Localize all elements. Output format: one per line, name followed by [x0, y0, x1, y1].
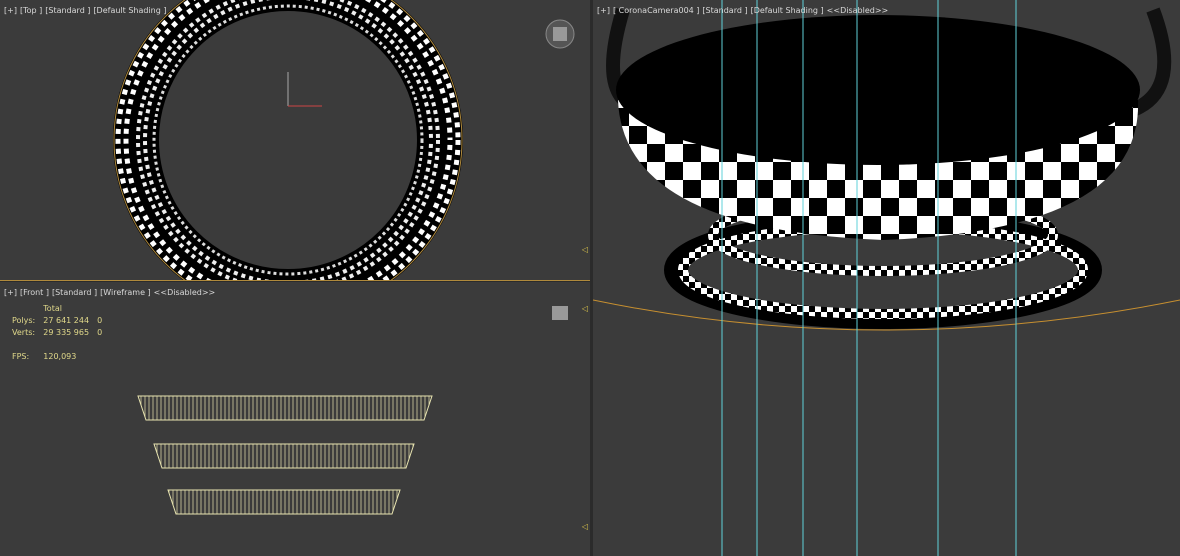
viewport-front[interactable]: [+] [Front ] [Standard ] [Wireframe ] <<Disa…: [0, 282, 590, 556]
fps-value: 120,093: [43, 352, 77, 361]
disabled-label: <<Disabled>>: [153, 288, 216, 297]
disabled-label: <<Disabled>>: [826, 6, 889, 15]
edge-marker-icon: ◁: [581, 304, 588, 313]
camera-viewport-label: [+][ CoronaCamera004 ] [Standard ] [Defaul…: [597, 6, 891, 15]
viewport-camera[interactable]: [+][ CoronaCamera004 ] [Standard ] [Defaul…: [593, 0, 1180, 556]
viewport-menu[interactable]: [+]: [597, 6, 610, 15]
edge-marker-icon: ◁: [581, 245, 588, 254]
camera-menu[interactable]: [ CoronaCamera004 ]: [613, 6, 699, 15]
wire-ring-3: [167, 489, 401, 515]
shading-menu[interactable]: [Wireframe ]: [100, 288, 151, 297]
polys-selected: 0: [97, 316, 103, 325]
shading-menu[interactable]: [Default Shading ]: [93, 6, 166, 15]
viewport-menu[interactable]: [+]: [4, 288, 17, 297]
front-viewport-label: [+] [Front ] [Standard ] [Wireframe ] <<Disa…: [4, 288, 218, 297]
wire-ring-2: [153, 443, 415, 469]
edge-marker-icon: ◁: [581, 522, 588, 531]
ring-upper-top: [616, 15, 1140, 165]
stats-header: Total: [43, 304, 62, 313]
viewport-menu[interactable]: [+]: [4, 6, 17, 15]
view-menu[interactable]: [Front ]: [20, 288, 49, 297]
polys-value: 27 641 244: [43, 316, 90, 325]
camera-view-render: [593, 0, 1180, 556]
fps-label: FPS:: [12, 352, 30, 361]
view-menu[interactable]: [Top ]: [20, 6, 42, 15]
verts-selected: 0: [97, 328, 103, 337]
standard-menu[interactable]: [Standard ]: [702, 6, 747, 15]
wire-ring-1: [137, 395, 433, 421]
top-viewport-label: [+] [Top ] [Standard ] [Default Shading ]: [4, 6, 170, 15]
polys-label: Polys:: [12, 316, 36, 325]
standard-menu[interactable]: [Standard ]: [52, 288, 97, 297]
viewcube-icon[interactable]: [552, 306, 568, 320]
verts-label: Verts:: [12, 328, 36, 337]
viewport-top[interactable]: [+] [Top ] [Standard ] [Default Shading ] ◁: [0, 0, 590, 281]
standard-menu[interactable]: [Standard ]: [45, 6, 90, 15]
shading-menu[interactable]: [Default Shading ]: [751, 6, 824, 15]
top-view-ring: [113, 0, 575, 280]
stats-overlay: Total Polys: 27 641 244 0 Verts: 29 335 965…: [10, 302, 110, 364]
verts-value: 29 335 965: [43, 328, 90, 337]
